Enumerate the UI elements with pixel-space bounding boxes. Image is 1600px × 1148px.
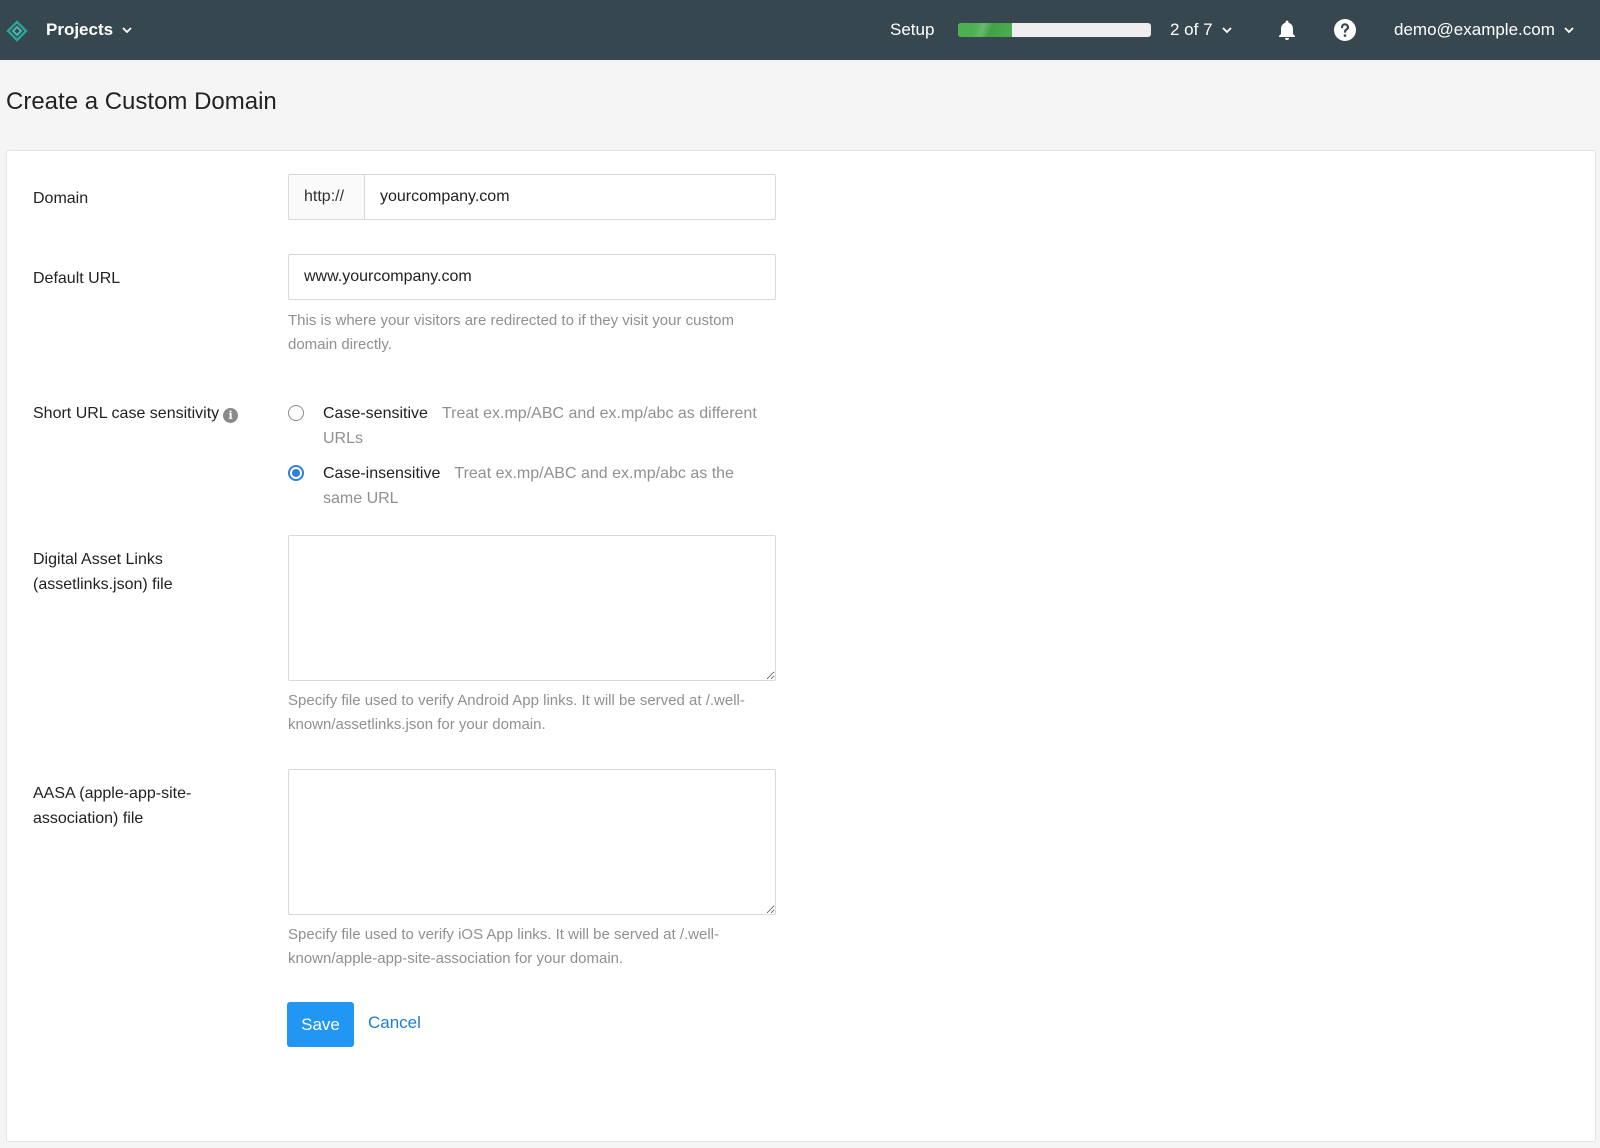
user-account-dropdown[interactable]: demo@example.com [1394, 0, 1575, 60]
case-sensitivity-label: Short URL case sensitivity i [33, 401, 239, 426]
assetlinks-field-group: Specify file used to verify Android App … [288, 535, 776, 737]
domain-label: Domain [33, 190, 89, 207]
top-navigation-bar: Projects Setup 2 of 7 demo@example.com [0, 0, 1600, 60]
app-logo-icon[interactable] [6, 20, 28, 42]
projects-label: Projects [46, 20, 114, 39]
setup-label: Setup [890, 20, 935, 39]
chevron-down-icon [1221, 27, 1232, 34]
default-url-input[interactable] [288, 254, 776, 300]
assetlinks-textarea[interactable] [288, 535, 776, 681]
projects-dropdown[interactable]: Projects [46, 0, 133, 60]
case-sensitive-option-text: Case-sensitive Treat ex.mp/ABC and ex.mp/… [323, 401, 776, 451]
case-insensitive-title: Case-insensitive [323, 465, 441, 482]
chevron-down-icon [122, 27, 132, 34]
info-icon[interactable]: i [223, 408, 239, 423]
case-sensitive-radio[interactable] [288, 405, 304, 421]
setup-progress-fill [958, 23, 1013, 37]
aasa-textarea[interactable] [288, 769, 776, 915]
setup-progress-bar[interactable] [958, 23, 1151, 37]
default-url-help-text: This is where your visitors are redirect… [288, 312, 734, 353]
notifications-bell-icon[interactable] [1275, 18, 1299, 42]
case-sensitive-title: Case-sensitive [323, 405, 428, 422]
aasa-label: AASA (apple-app-site-association) file [33, 785, 192, 827]
case-sensitive-option[interactable]: Case-sensitive Treat ex.mp/ABC and ex.mp/… [288, 401, 776, 451]
default-url-field-group: This is where your visitors are redirect… [288, 254, 776, 357]
aasa-field-group: Specify file used to verify iOS App link… [288, 769, 776, 971]
user-email: demo@example.com [1394, 20, 1555, 39]
chevron-down-icon [1564, 27, 1574, 34]
default-url-label: Default URL [33, 270, 121, 287]
cancel-link[interactable]: Cancel [368, 1013, 421, 1033]
setup-steps-dropdown[interactable]: 2 of 7 [1170, 0, 1233, 60]
assetlinks-label: Digital Asset Links (assetlinks.json) fi… [33, 551, 173, 593]
case-insensitive-option[interactable]: Case-insensitive Treat ex.mp/ABC and ex.m… [288, 461, 776, 511]
help-question-icon[interactable] [1333, 18, 1357, 42]
setup-step-count: 2 of 7 [1170, 20, 1213, 39]
aasa-help-text: Specify file used to verify iOS App link… [288, 926, 720, 967]
assetlinks-help-text: Specify file used to verify Android App … [288, 692, 745, 733]
case-insensitive-option-text: Case-insensitive Treat ex.mp/ABC and ex.m… [323, 461, 776, 511]
domain-input-group: http:// [288, 174, 776, 220]
case-insensitive-radio[interactable] [288, 465, 304, 481]
protocol-prefix: http:// [289, 175, 365, 219]
case-sensitivity-options: Case-sensitive Treat ex.mp/ABC and ex.mp/… [288, 401, 776, 511]
custom-domain-form: Domain http:// Default URL This is where… [6, 150, 1596, 1142]
domain-input[interactable] [365, 175, 775, 219]
page-title: Create a Custom Domain [6, 88, 277, 115]
domain-field-group: http:// [288, 174, 776, 220]
case-sensitivity-label-text: Short URL case sensitivity [33, 405, 220, 422]
save-button[interactable]: Save [287, 1002, 354, 1047]
